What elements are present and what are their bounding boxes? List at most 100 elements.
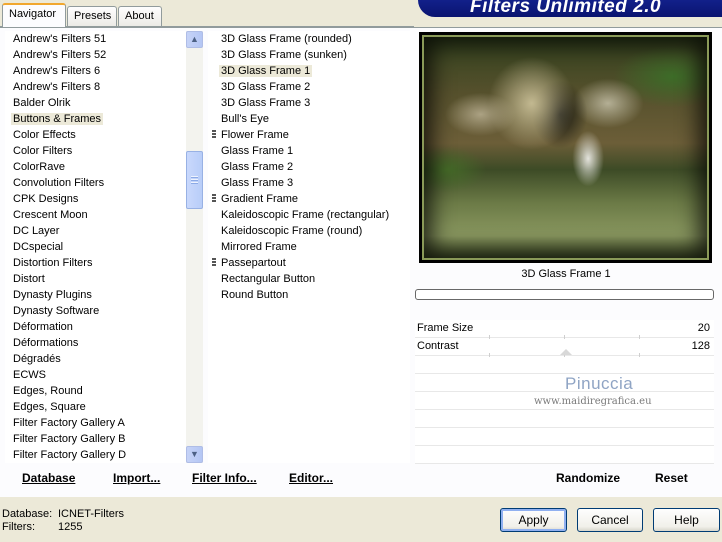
filter-item[interactable]: 3D Glass Frame (sunken) — [208, 47, 410, 63]
filter-item[interactable]: Glass Frame 1 — [208, 143, 410, 159]
category-item[interactable]: Dynasty Plugins — [5, 287, 186, 303]
filter-item[interactable]: Bull's Eye — [208, 111, 410, 127]
database-value: ICNET-Filters — [58, 508, 124, 520]
category-item[interactable]: Dynasty Software — [5, 303, 186, 319]
filter-item[interactable]: Glass Frame 3 — [208, 175, 410, 191]
preview-caption: 3D Glass Frame 1 — [521, 268, 611, 280]
filter-item[interactable]: Mirrored Frame — [208, 239, 410, 255]
param-empty-row — [415, 446, 714, 464]
filter-item[interactable]: Flower Frame — [208, 127, 410, 143]
category-item[interactable]: Filter Factory Gallery D — [5, 447, 186, 463]
slider-marker[interactable] — [560, 349, 572, 355]
filters-count-label: Filters: — [2, 521, 35, 533]
filter-item[interactable]: Kaleidoscopic Frame (rectangular) — [208, 207, 410, 223]
category-item[interactable]: Filter Factory Gallery B — [5, 431, 186, 447]
editor-link[interactable]: Editor... — [289, 471, 333, 485]
category-label: ECWS — [13, 369, 46, 381]
category-label: Déformation — [13, 321, 73, 333]
category-label: Convolution Filters — [13, 177, 105, 189]
filter-info-link[interactable]: Filter Info... — [192, 471, 257, 485]
filter-label: 3D Glass Frame 2 — [221, 81, 311, 93]
category-item[interactable]: ColorRave — [5, 159, 186, 175]
category-item[interactable]: Filter Factory Gallery A — [5, 415, 186, 431]
progress-bar — [415, 289, 714, 300]
randomize-button[interactable]: Randomize — [556, 471, 620, 485]
filter-item[interactable]: 3D Glass Frame 2 — [208, 79, 410, 95]
category-label: Dégradés — [13, 353, 61, 365]
category-item[interactable]: CPK Designs — [5, 191, 186, 207]
category-item[interactable]: Balder Olrik — [5, 95, 186, 111]
category-item[interactable]: Dégradés — [5, 351, 186, 367]
category-label: Andrew's Filters 6 — [13, 65, 101, 77]
tab-navigator[interactable]: Navigator — [2, 3, 66, 27]
tab-about[interactable]: About — [118, 6, 162, 26]
category-label: Andrew's Filters 51 — [13, 33, 107, 45]
category-label: Distort — [13, 273, 45, 285]
category-item[interactable]: DC Layer — [5, 223, 186, 239]
help-button[interactable]: Help — [653, 508, 720, 532]
filter-item[interactable]: Gradient Frame — [208, 191, 410, 207]
category-label: Edges, Round — [13, 385, 83, 397]
category-item[interactable]: Déformations — [5, 335, 186, 351]
apply-button[interactable]: Apply — [500, 508, 567, 532]
filter-item[interactable]: 3D Glass Frame 3 — [208, 95, 410, 111]
category-label: Distortion Filters — [13, 257, 93, 269]
scroll-down-button[interactable]: ▼ — [186, 446, 203, 463]
scroll-up-button[interactable]: ▲ — [186, 31, 203, 48]
database-link[interactable]: Database — [22, 471, 75, 485]
category-list[interactable]: Andrew's Filters 51 Andrew's Filters 52 An… — [5, 31, 186, 463]
category-item[interactable]: ECWS — [5, 367, 186, 383]
category-label: Andrew's Filters 52 — [13, 49, 107, 61]
category-item[interactable]: Crescent Moon — [5, 207, 186, 223]
category-label: Dynasty Software — [13, 305, 100, 317]
watermark-site: www.maidiregrafica.eu — [534, 396, 652, 407]
user-filter-marker-icon — [212, 130, 216, 139]
param-frame-size[interactable]: Frame Size 20 — [415, 320, 714, 339]
category-item[interactable]: Edges, Round — [5, 383, 186, 399]
database-label: Database: — [2, 508, 53, 520]
filter-item[interactable]: Rectangular Button — [208, 271, 410, 287]
watermark-name: Pinuccia — [565, 374, 634, 393]
category-item[interactable]: Color Effects — [5, 127, 186, 143]
reset-button[interactable]: Reset — [655, 471, 688, 485]
category-label: DCspecial — [13, 241, 64, 253]
preview-frame — [419, 32, 712, 263]
category-item[interactable]: Andrew's Filters 51 — [5, 31, 186, 47]
filter-label: 3D Glass Frame (rounded) — [221, 33, 352, 45]
category-item[interactable]: Distortion Filters — [5, 255, 186, 271]
param-contrast[interactable]: Contrast 128 — [415, 338, 714, 357]
user-filter-marker-icon — [212, 258, 216, 267]
filter-item[interactable]: 3D Glass Frame 1 — [208, 63, 410, 79]
scroll-thumb[interactable] — [186, 151, 203, 209]
category-item[interactable]: Edges, Square — [5, 399, 186, 415]
cancel-button[interactable]: Cancel — [577, 508, 643, 532]
import-link[interactable]: Import... — [113, 471, 160, 485]
filter-label: 3D Glass Frame (sunken) — [221, 49, 347, 61]
filter-label: Round Button — [221, 289, 289, 301]
filter-item[interactable]: 3D Glass Frame (rounded) — [208, 31, 410, 47]
filter-label: Kaleidoscopic Frame (rectangular) — [221, 209, 390, 221]
filter-label: 3D Glass Frame 1 — [219, 65, 313, 77]
category-item[interactable]: Convolution Filters — [5, 175, 186, 191]
category-item[interactable]: DCspecial — [5, 239, 186, 255]
category-item[interactable]: Andrew's Filters 6 — [5, 63, 186, 79]
category-label: Crescent Moon — [13, 209, 88, 221]
category-item[interactable]: Andrew's Filters 8 — [5, 79, 186, 95]
category-item[interactable]: Distort — [5, 271, 186, 287]
category-item[interactable]: Color Filters — [5, 143, 186, 159]
category-label: Color Filters — [13, 145, 73, 157]
filter-label: Glass Frame 1 — [221, 145, 294, 157]
filter-item[interactable]: Passepartout — [208, 255, 410, 271]
filter-item[interactable]: Kaleidoscopic Frame (round) — [208, 223, 410, 239]
category-item[interactable]: Déformation — [5, 319, 186, 335]
filter-list[interactable]: 3D Glass Frame (rounded) 3D Glass Frame (… — [208, 31, 410, 463]
category-item[interactable]: Buttons & Frames — [5, 111, 186, 127]
filter-item[interactable]: Round Button — [208, 287, 410, 303]
filter-item[interactable]: Glass Frame 2 — [208, 159, 410, 175]
preview-image — [422, 35, 709, 260]
category-scrollbar[interactable]: ▲ ▼ — [186, 31, 203, 463]
category-item[interactable]: Andrew's Filters 52 — [5, 47, 186, 63]
tab-presets[interactable]: Presets — [67, 6, 117, 26]
category-label: CPK Designs — [13, 193, 79, 205]
app-banner: Filters Unlimited 2.0 — [418, 0, 722, 17]
